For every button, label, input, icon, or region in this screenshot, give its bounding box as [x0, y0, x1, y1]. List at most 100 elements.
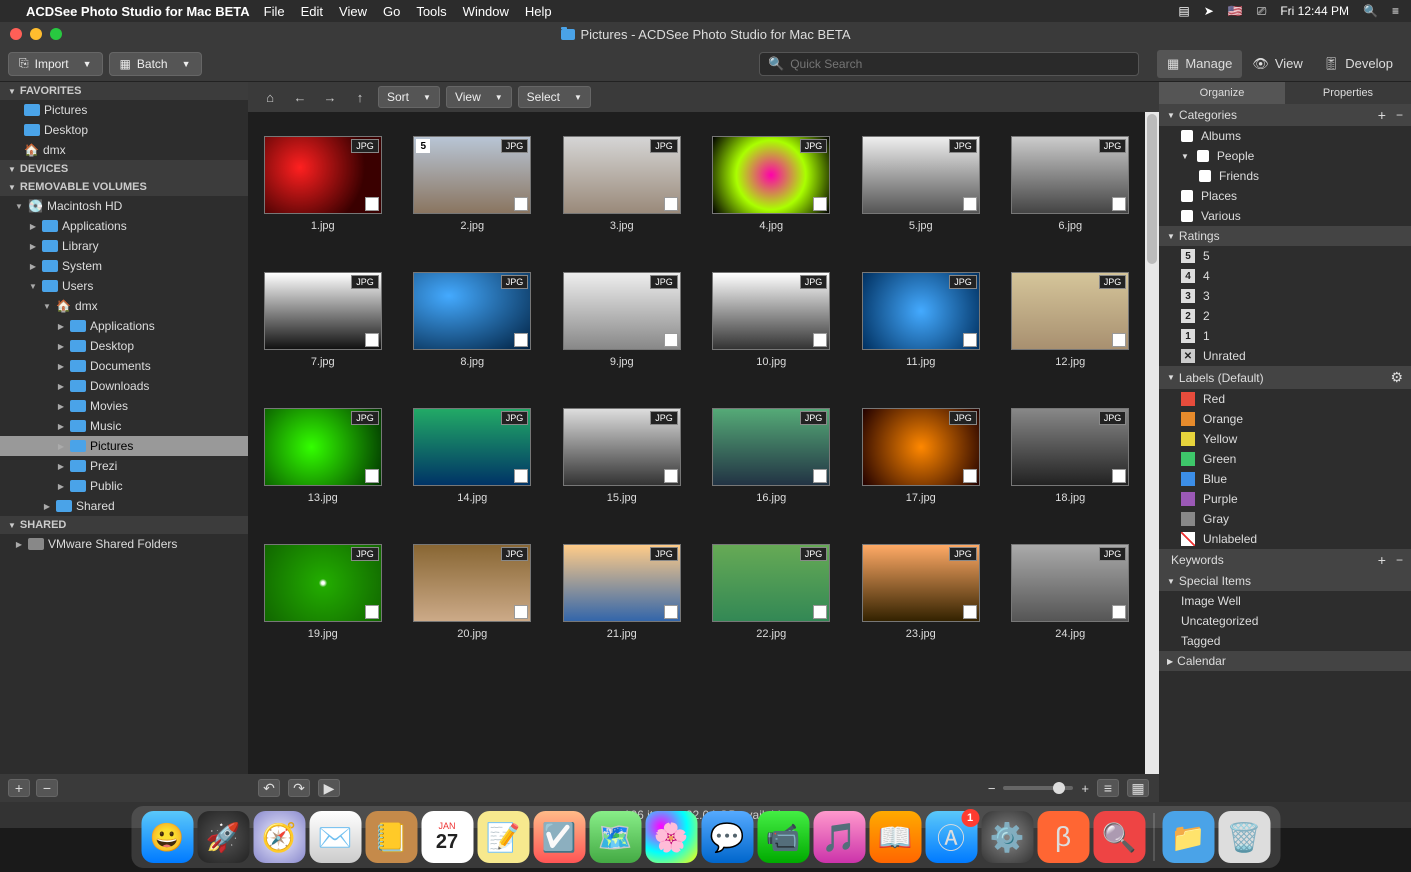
- menu-view[interactable]: View: [339, 4, 367, 19]
- view-grid-icon[interactable]: ▦: [1127, 779, 1149, 797]
- dock-notes[interactable]: 📝: [477, 811, 529, 863]
- add-icon[interactable]: +: [1378, 552, 1386, 568]
- tab-organize[interactable]: Organize: [1159, 82, 1285, 104]
- traffic-close[interactable]: [10, 28, 22, 40]
- label-yellow[interactable]: Yellow: [1159, 429, 1411, 449]
- folder-applications[interactable]: ▶Applications: [0, 216, 248, 236]
- thumb-checkbox[interactable]: [365, 333, 379, 347]
- sort-dropdown[interactable]: Sort▼: [378, 86, 440, 108]
- section-removable[interactable]: ▼REMOVABLE VOLUMES: [0, 178, 248, 196]
- menu-edit[interactable]: Edit: [301, 4, 323, 19]
- menubar-arrow-icon[interactable]: ➤: [1204, 4, 1214, 18]
- nav-forward-icon[interactable]: →: [318, 86, 342, 108]
- section-calendar[interactable]: ▶Calendar: [1159, 651, 1411, 671]
- thumb-checkbox[interactable]: [514, 469, 528, 483]
- vertical-scrollbar[interactable]: [1145, 112, 1159, 774]
- rating-5[interactable]: 55: [1159, 246, 1411, 266]
- dock-photos[interactable]: 🌸: [645, 811, 697, 863]
- add-folder-button[interactable]: +: [8, 779, 30, 797]
- thumb-checkbox[interactable]: [1112, 333, 1126, 347]
- thumb-checkbox[interactable]: [664, 197, 678, 211]
- thumb-checkbox[interactable]: [1112, 469, 1126, 483]
- select-dropdown[interactable]: Select▼: [518, 86, 591, 108]
- cat-friends[interactable]: Friends: [1159, 166, 1411, 186]
- menu-go[interactable]: Go: [383, 4, 400, 19]
- menubar-list-icon[interactable]: ≡: [1392, 4, 1399, 18]
- traffic-minimize[interactable]: [30, 28, 42, 40]
- thumb-checkbox[interactable]: [664, 469, 678, 483]
- label-unlabeled[interactable]: Unlabeled: [1159, 529, 1411, 549]
- gear-icon[interactable]: ⚙: [1390, 369, 1403, 386]
- special-tagged[interactable]: Tagged: [1159, 631, 1411, 651]
- thumbnail[interactable]: JPG9.jpg: [557, 272, 687, 368]
- dock-facetime[interactable]: 📹: [757, 811, 809, 863]
- search-input[interactable]: [790, 57, 1130, 71]
- dock-messages[interactable]: 💬: [701, 811, 753, 863]
- thumb-checkbox[interactable]: [963, 333, 977, 347]
- play-icon[interactable]: ▶: [318, 779, 340, 797]
- section-labels[interactable]: ▼Labels (Default)⚙: [1159, 366, 1411, 389]
- dock-contacts[interactable]: 📒: [365, 811, 417, 863]
- thumb-checkbox[interactable]: [813, 469, 827, 483]
- remove-folder-button[interactable]: −: [36, 779, 58, 797]
- dock-reminders[interactable]: ☑️: [533, 811, 585, 863]
- section-favorites[interactable]: ▼FAVORITES: [0, 82, 248, 100]
- menubar-clock[interactable]: Fri 12:44 PM: [1280, 4, 1349, 18]
- thumbnail[interactable]: JPG13.jpg: [258, 408, 388, 504]
- section-ratings[interactable]: ▼Ratings: [1159, 226, 1411, 246]
- uf-movies[interactable]: ▶Movies: [0, 396, 248, 416]
- dock-mail[interactable]: ✉️: [309, 811, 361, 863]
- thumbnail[interactable]: JPG4.jpg: [707, 136, 837, 232]
- label-red[interactable]: Red: [1159, 389, 1411, 409]
- section-devices[interactable]: ▼DEVICES: [0, 160, 248, 178]
- thumbnail[interactable]: JPG8.jpg: [408, 272, 538, 368]
- folder-library[interactable]: ▶Library: [0, 236, 248, 256]
- thumbnail[interactable]: JPG17.jpg: [856, 408, 986, 504]
- vmware-shared[interactable]: ▶VMware Shared Folders: [0, 534, 248, 554]
- thumbnail[interactable]: JPG24.jpg: [1006, 544, 1136, 640]
- thumbnail[interactable]: JPG16.jpg: [707, 408, 837, 504]
- fav-dmx[interactable]: 🏠dmx: [0, 140, 248, 160]
- thumbnail[interactable]: JPG11.jpg: [856, 272, 986, 368]
- thumb-checkbox[interactable]: [514, 605, 528, 619]
- dock-launchpad[interactable]: 🚀: [197, 811, 249, 863]
- thumb-checkbox[interactable]: [963, 605, 977, 619]
- dock-acdsee-beta[interactable]: β: [1037, 811, 1089, 863]
- dock-acdsee[interactable]: 🔍: [1093, 811, 1145, 863]
- dock-appstore[interactable]: Ⓐ1: [925, 811, 977, 863]
- thumb-checkbox[interactable]: [664, 605, 678, 619]
- minus-icon[interactable]: −: [1396, 553, 1403, 567]
- menu-file[interactable]: File: [264, 4, 285, 19]
- quick-search[interactable]: 🔍: [759, 52, 1139, 76]
- thumb-checkbox[interactable]: [365, 197, 379, 211]
- import-button[interactable]: ⎘Import▼: [8, 52, 103, 76]
- traffic-zoom[interactable]: [50, 28, 62, 40]
- menu-window[interactable]: Window: [463, 4, 509, 19]
- thumbnail[interactable]: JPG20.jpg: [408, 544, 538, 640]
- dock-trash[interactable]: 🗑️: [1218, 811, 1270, 863]
- thumbnail-grid[interactable]: JPG1.jpgJPG52.jpgJPG3.jpgJPG4.jpgJPG5.jp…: [248, 112, 1145, 774]
- special-imagewell[interactable]: Image Well: [1159, 591, 1411, 611]
- uf-documents[interactable]: ▶Documents: [0, 356, 248, 376]
- dock-downloads[interactable]: 📁: [1162, 811, 1214, 863]
- special-uncategorized[interactable]: Uncategorized: [1159, 611, 1411, 631]
- thumb-checkbox[interactable]: [365, 605, 379, 619]
- section-keywords[interactable]: Keywords+−: [1159, 549, 1411, 571]
- thumb-checkbox[interactable]: [514, 333, 528, 347]
- section-special[interactable]: ▼Special Items: [1159, 571, 1411, 591]
- thumb-checkbox[interactable]: [963, 197, 977, 211]
- cat-people[interactable]: ▼People: [1159, 146, 1411, 166]
- dock-maps[interactable]: 🗺️: [589, 811, 641, 863]
- nav-back-icon[interactable]: ←: [288, 86, 312, 108]
- fav-pictures[interactable]: Pictures: [0, 100, 248, 120]
- menubar-flag-icon[interactable]: 🇺🇸: [1228, 4, 1243, 18]
- thumbnail[interactable]: JPG6.jpg: [1006, 136, 1136, 232]
- menu-tools[interactable]: Tools: [416, 4, 446, 19]
- section-shared[interactable]: ▼SHARED: [0, 516, 248, 534]
- scrollbar-thumb[interactable]: [1147, 114, 1157, 264]
- menubar-screens-icon[interactable]: ⎚: [1257, 4, 1267, 19]
- thumb-checkbox[interactable]: [365, 469, 379, 483]
- dock-ibooks[interactable]: 📖: [869, 811, 921, 863]
- dock-calendar[interactable]: JAN27: [421, 811, 473, 863]
- folder-shared[interactable]: ▶Shared: [0, 496, 248, 516]
